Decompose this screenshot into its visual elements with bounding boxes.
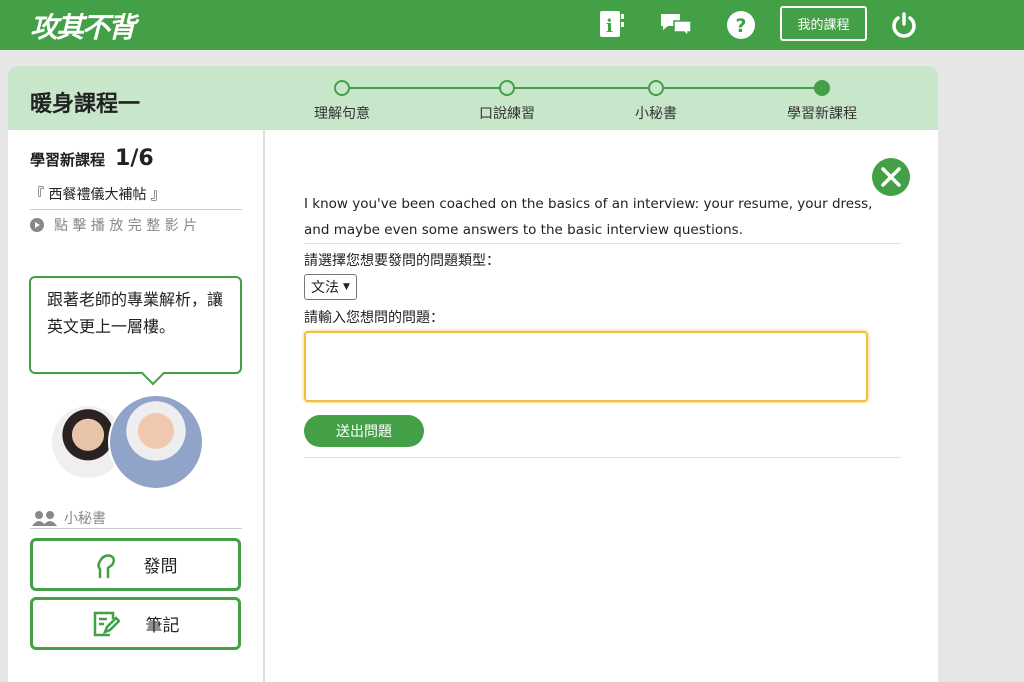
progress-line [348, 87, 822, 89]
logo[interactable]: 攻其不背 [30, 6, 136, 46]
question-label: 請輸入您想問的問題： [304, 310, 444, 326]
course-card: 暖身課程一 理解句意 口說練習 小秘書 學習新課程 學習新課程 1/6 『 西餐… [8, 66, 938, 682]
teacher-avatar-male [108, 394, 204, 490]
step-label[interactable]: 理解句意 [314, 103, 370, 123]
step-dot-current[interactable] [814, 80, 830, 96]
chevron-down-icon: ▼ [343, 282, 350, 292]
sidebar: 學習新課程 1/6 『 西餐禮儀大補帖 』 點 擊 播 放 完 整 影 片 跟著… [8, 130, 265, 682]
step-dot[interactable] [648, 80, 664, 96]
step-dot[interactable] [334, 80, 350, 96]
top-header: 攻其不背 i ? 我的課程 [0, 0, 1024, 50]
ask-label: 發問 [143, 557, 178, 577]
power-icon[interactable] [888, 9, 920, 41]
notes-edit-icon [93, 611, 120, 636]
step-dot[interactable] [499, 80, 515, 96]
course-title: 暖身課程一 [30, 92, 141, 117]
my-courses-button[interactable]: 我的課程 [780, 6, 867, 41]
help-icon[interactable]: ? [725, 9, 757, 41]
close-icon[interactable] [872, 158, 910, 196]
question-type-select[interactable]: 文法 ▼ [304, 274, 357, 300]
step-label[interactable]: 口說練習 [479, 103, 535, 123]
info-book-icon[interactable]: i [596, 9, 628, 41]
notes-label: 筆記 [145, 616, 180, 636]
chat-icon[interactable] [660, 9, 692, 41]
lesson-progress: 1/6 [115, 146, 154, 171]
svg-text:?: ? [735, 15, 746, 37]
course-header: 暖身課程一 理解句意 口說練習 小秘書 學習新課程 [8, 66, 938, 130]
sentence-text: I know you've been coached on the basics… [304, 196, 873, 238]
assistant-label: 小秘書 [32, 508, 106, 528]
question-panel: I know you've been coached on the basics… [267, 130, 938, 682]
play-icon [30, 218, 44, 232]
ask-question-icon [96, 553, 115, 578]
selected-type: 文法 [311, 280, 339, 296]
speech-bubble: 跟著老師的專業解析，讓英文更上一層樓。 [29, 276, 242, 374]
step-label[interactable]: 小秘書 [635, 103, 677, 123]
ask-button[interactable]: 發問 [30, 538, 241, 591]
users-icon [32, 511, 57, 526]
question-input[interactable] [304, 331, 868, 402]
section-title: 學習新課程 [30, 151, 106, 169]
type-label: 請選擇您想要發問的問題類型： [304, 253, 500, 269]
assistant-text: 小秘書 [64, 511, 106, 527]
play-full-video[interactable]: 點 擊 播 放 完 整 影 片 [30, 215, 197, 235]
submit-question-button[interactable]: 送出問題 [304, 415, 424, 447]
step-label[interactable]: 學習新課程 [787, 103, 857, 123]
lesson-name: 『 西餐禮儀大補帖 』 [30, 187, 165, 203]
notes-button[interactable]: 筆記 [30, 597, 241, 650]
svg-text:i: i [606, 16, 613, 37]
play-label: 點 擊 播 放 完 整 影 片 [54, 218, 198, 234]
